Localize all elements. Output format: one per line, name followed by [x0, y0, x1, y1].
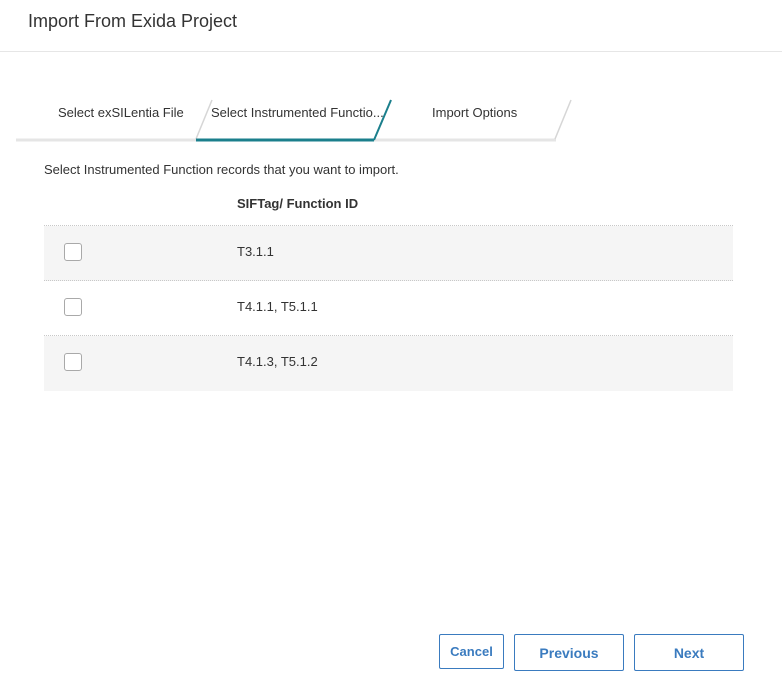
- sif-tag-cell: T4.1.1, T5.1.1: [237, 299, 318, 314]
- cancel-button[interactable]: Cancel: [439, 634, 504, 669]
- table-row[interactable]: T4.1.3, T5.1.2: [44, 336, 733, 391]
- table-row[interactable]: T3.1.1: [44, 226, 733, 281]
- sif-tag-cell: T4.1.3, T5.1.2: [237, 354, 318, 369]
- row-checkbox[interactable]: [64, 298, 82, 316]
- row-checkbox[interactable]: [64, 243, 82, 261]
- next-button[interactable]: Next: [634, 634, 744, 671]
- grid-header: SIFTag/ Function ID: [44, 193, 733, 226]
- instruction-text: Select Instrumented Function records tha…: [44, 162, 399, 177]
- column-header-sif-tag[interactable]: SIFTag/ Function ID: [237, 196, 358, 211]
- dialog-title: Import From Exida Project: [28, 11, 238, 31]
- wizard-step-select-file[interactable]: Select exSILentia File: [58, 105, 184, 120]
- wizard-steps: Select exSILentia File Select Instrument…: [16, 99, 572, 143]
- table-row[interactable]: T4.1.1, T5.1.1: [44, 281, 733, 336]
- step-separator-3: [554, 99, 572, 140]
- wizard-step-import-options[interactable]: Import Options: [432, 105, 517, 120]
- previous-button[interactable]: Previous: [514, 634, 624, 671]
- sif-tag-cell: T3.1.1: [237, 244, 274, 259]
- import-dialog: Import From Exida Project Select exSILen…: [0, 0, 782, 687]
- wizard-step-select-functions[interactable]: Select Instrumented Functio...: [211, 105, 384, 120]
- row-checkbox[interactable]: [64, 353, 82, 371]
- dialog-header: Import From Exida Project: [0, 0, 782, 52]
- step-separator-1: [195, 99, 213, 140]
- function-grid: SIFTag/ Function ID T3.1.1 T4.1.1, T5.1.…: [44, 193, 733, 391]
